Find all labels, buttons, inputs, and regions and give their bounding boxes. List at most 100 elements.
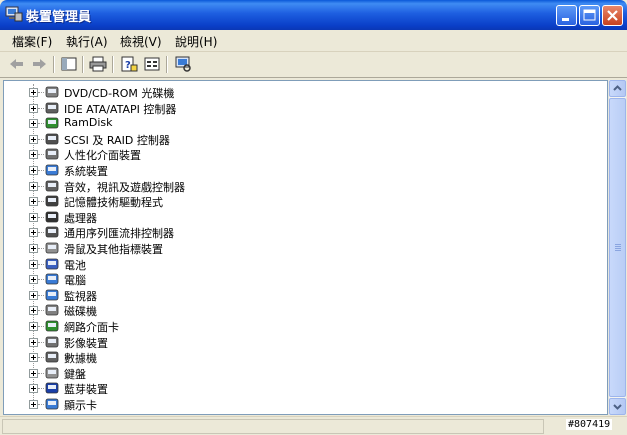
- menu-file[interactable]: 檔案(F): [12, 33, 52, 50]
- tree-node[interactable]: RamDisk: [4, 115, 594, 131]
- battery-icon: [45, 258, 59, 269]
- expand-plus-icon[interactable]: [29, 228, 38, 238]
- tree-node-label: 藍芽裝置: [64, 383, 108, 397]
- tree-node[interactable]: 監視器: [4, 287, 594, 303]
- tree-node[interactable]: DVD/CD-ROM 光碟機: [4, 84, 594, 100]
- display-adapter-icon: [45, 398, 59, 410]
- expand-plus-icon[interactable]: [29, 259, 38, 269]
- tree-node[interactable]: 人性化介面裝置: [4, 146, 594, 162]
- expand-plus-icon[interactable]: [29, 166, 38, 175]
- tree-node[interactable]: 通用序列匯流排控制器: [4, 224, 594, 240]
- toolbar: ?: [0, 52, 627, 78]
- tree-node[interactable]: 電腦: [4, 271, 594, 287]
- menu-view[interactable]: 檢視(V): [120, 33, 162, 50]
- tree-node-label: 系統裝置: [64, 165, 108, 178]
- tree-node[interactable]: 影像裝置: [4, 334, 594, 350]
- expand-plus-icon[interactable]: [29, 181, 38, 191]
- tree-node[interactable]: 顯示卡: [4, 396, 594, 412]
- ide-controller-icon: [45, 102, 59, 113]
- expand-plus-icon[interactable]: [29, 368, 38, 378]
- expand-plus-icon[interactable]: [29, 275, 38, 285]
- keyboard-icon: [45, 367, 59, 379]
- scroll-up-button[interactable]: [609, 80, 626, 97]
- status-panel: [2, 419, 544, 434]
- minimize-icon: [562, 18, 569, 21]
- expand-plus-icon[interactable]: [29, 244, 38, 253]
- close-icon: [607, 10, 618, 21]
- expand-plus-icon[interactable]: [29, 197, 38, 207]
- maximize-button[interactable]: [579, 5, 600, 26]
- tree-node[interactable]: 音效，視訊及遊戲控制器: [4, 178, 594, 194]
- tree-node[interactable]: 滑鼠及其他指標裝置: [4, 240, 594, 256]
- expand-plus-icon[interactable]: [29, 337, 38, 347]
- ramdisk-icon: [45, 117, 59, 129]
- maximize-icon: [583, 9, 596, 21]
- properties-icon[interactable]: [143, 56, 161, 72]
- tree-node-label: SCSI 及 RAID 控制器: [64, 133, 170, 147]
- tree-node[interactable]: 藍芽裝置: [4, 380, 594, 396]
- expand-plus-icon[interactable]: [29, 212, 38, 222]
- expand-plus-icon[interactable]: [29, 353, 38, 363]
- tree-node[interactable]: 電池: [4, 256, 594, 272]
- sound-icon: [45, 180, 59, 191]
- usb-icon: [45, 226, 59, 238]
- toolbar-separator: [82, 56, 84, 73]
- expand-plus-icon[interactable]: [29, 150, 38, 160]
- show-hide-tree-icon[interactable]: [60, 56, 78, 72]
- monitor-icon: [45, 289, 59, 301]
- expand-plus-icon[interactable]: [29, 88, 38, 97]
- menu-help[interactable]: 說明(H): [175, 33, 217, 50]
- tree-node[interactable]: 系統裝置: [4, 162, 594, 178]
- scsi-icon: [45, 133, 59, 145]
- window-title: 裝置管理員: [26, 10, 92, 25]
- device-manager-window: 裝置管理員 檔案(F) 執行(A) 檢視(V) 說明(H) ? DVD/CD-R…: [0, 0, 627, 435]
- menu-action[interactable]: 執行(A): [66, 33, 108, 50]
- tree-node[interactable]: 磁碟機: [4, 302, 594, 318]
- minimize-button[interactable]: [556, 5, 577, 26]
- back-arrow-icon[interactable]: [8, 56, 26, 72]
- close-button[interactable]: [602, 5, 623, 26]
- tree-node[interactable]: IDE ATA/ATAPI 控制器: [4, 100, 594, 116]
- tree-node-label: 處理器: [64, 211, 97, 225]
- tree-node[interactable]: 數據機: [4, 349, 594, 365]
- vertical-scrollbar[interactable]: [608, 80, 626, 415]
- tree-node-label: 音效，視訊及遊戲控制器: [64, 180, 185, 194]
- title-bar[interactable]: 裝置管理員: [0, 0, 627, 30]
- mouse-icon: [45, 242, 59, 254]
- expand-plus-icon[interactable]: [29, 290, 38, 300]
- scroll-thumb[interactable]: [609, 98, 626, 397]
- tree-node[interactable]: 記憶體技術驅動程式: [4, 193, 594, 209]
- expand-plus-icon[interactable]: [29, 322, 38, 331]
- tree-node[interactable]: 網路介面卡: [4, 318, 594, 334]
- tree-node-label: RamDisk: [64, 116, 113, 130]
- tree-node-label: IDE ATA/ATAPI 控制器: [64, 102, 177, 116]
- tree-node[interactable]: 處理器: [4, 209, 594, 225]
- tree-node[interactable]: 鍵盤: [4, 365, 594, 381]
- system-device-icon: [45, 164, 59, 176]
- expand-plus-icon[interactable]: [29, 119, 38, 129]
- tree-node-label: 鍵盤: [64, 367, 86, 381]
- help-icon[interactable]: ?: [120, 56, 138, 72]
- status-bar: [0, 416, 627, 435]
- modem-icon: [45, 351, 59, 363]
- thumb-grip: [615, 250, 621, 251]
- network-adapter-icon: [45, 320, 59, 332]
- chevron-up-icon: [613, 85, 622, 91]
- toolbar-separator: [112, 56, 114, 73]
- hid-icon: [45, 148, 59, 160]
- tree-node-label: 人性化介面裝置: [64, 149, 141, 163]
- forward-arrow-icon[interactable]: [30, 56, 48, 72]
- imaging-icon: [45, 336, 59, 347]
- expand-plus-icon[interactable]: [29, 306, 38, 316]
- scan-hardware-icon[interactable]: [174, 56, 192, 72]
- thumb-grip: [615, 248, 621, 249]
- menu-bar: 檔案(F) 執行(A) 檢視(V) 說明(H): [0, 30, 627, 52]
- expand-plus-icon[interactable]: [29, 134, 38, 144]
- print-icon[interactable]: [89, 56, 107, 72]
- expand-plus-icon[interactable]: [29, 384, 38, 394]
- expand-plus-icon[interactable]: [29, 400, 38, 409]
- tree-node[interactable]: SCSI 及 RAID 控制器: [4, 131, 594, 147]
- scroll-down-button[interactable]: [609, 398, 626, 415]
- expand-plus-icon[interactable]: [29, 103, 38, 113]
- tree-node-label: 數據機: [64, 352, 97, 366]
